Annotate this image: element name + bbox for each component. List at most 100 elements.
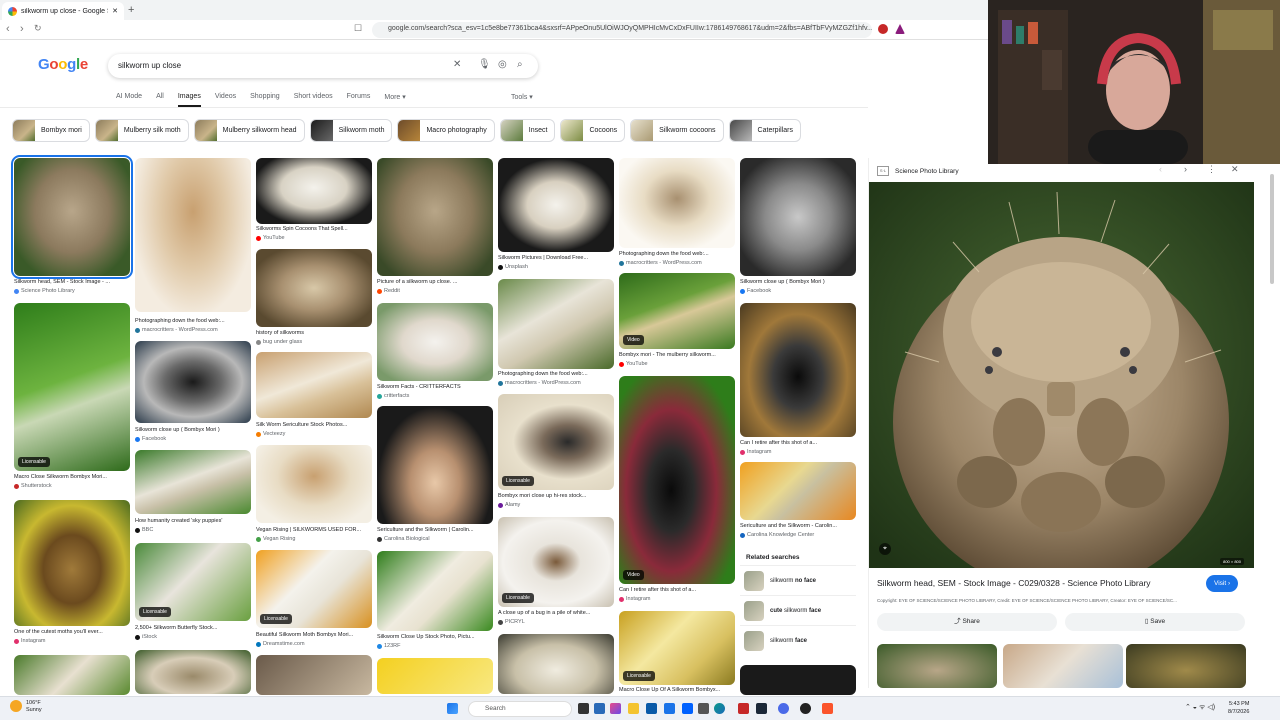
- result-thumbnail[interactable]: [740, 303, 856, 437]
- result-caption[interactable]: Bombyx mori close up hi-res stock...: [498, 493, 614, 499]
- chip[interactable]: Bombyx mori: [12, 119, 90, 142]
- result-thumbnail[interactable]: [256, 249, 372, 327]
- result-thumbnail[interactable]: [11, 155, 133, 279]
- image-result[interactable]: Photographing down the food web:... macr…: [135, 158, 251, 336]
- next-icon[interactable]: ›: [1184, 164, 1187, 174]
- url-field[interactable]: google.com/search?sca_esv=1c5e8be77361bc…: [372, 22, 872, 38]
- image-result[interactable]: Silkworm head, SEM - Stock Image - ... S…: [11, 155, 133, 298]
- chip[interactable]: Caterpillars: [728, 119, 801, 142]
- result-thumbnail[interactable]: [740, 462, 856, 520]
- taskbar-search[interactable]: Search: [468, 701, 572, 717]
- image-result[interactable]: Silkworm Facts - CRITTERFACTS critterfac…: [377, 303, 493, 401]
- previous-icon[interactable]: ‹: [1159, 164, 1162, 174]
- copilot-icon[interactable]: [610, 703, 621, 714]
- chip[interactable]: Cocoons: [560, 119, 626, 142]
- edge-icon[interactable]: [714, 703, 725, 714]
- browser-tab[interactable]: silkworm up close - Google Sear ✕: [2, 2, 124, 20]
- result-caption[interactable]: Silkworm close up ( Bombyx Mori ): [740, 279, 856, 285]
- reload-icon[interactable]: ↻: [34, 23, 42, 34]
- more-options-icon[interactable]: ⋮: [1207, 164, 1216, 175]
- tab-images[interactable]: Images: [177, 93, 201, 107]
- brave-icon[interactable]: [822, 703, 833, 714]
- result-caption[interactable]: Silk Worm Sericulture Stock Photos...: [256, 422, 372, 428]
- panel-source-name[interactable]: Science Photo Library: [895, 168, 959, 175]
- tab-short-videos[interactable]: Short videos: [294, 93, 333, 107]
- tools-button[interactable]: Tools ▾: [511, 93, 533, 101]
- steam-icon[interactable]: [756, 703, 767, 714]
- result-caption[interactable]: Vegan Rising | SILKWORMS USED FOR...: [256, 527, 372, 533]
- app-icon[interactable]: [698, 703, 709, 714]
- image-result[interactable]: [135, 650, 251, 694]
- image-result[interactable]: How humanity created 'sky puppies' BBC: [135, 450, 251, 538]
- image-result[interactable]: Silkworms Spin Cocoons That Spell... You…: [256, 158, 372, 244]
- search-icon[interactable]: ⌕: [517, 59, 523, 70]
- result-thumbnail[interactable]: Licensable: [619, 611, 735, 685]
- brave-shield-icon[interactable]: [878, 24, 888, 34]
- brave-rewards-icon[interactable]: [895, 24, 905, 34]
- file-explorer-icon[interactable]: [628, 703, 639, 714]
- image-result[interactable]: One of the cutest moths you'll ever... I…: [14, 500, 130, 650]
- preview-image[interactable]: [869, 182, 1254, 568]
- widgets-icon[interactable]: [594, 703, 605, 714]
- app-icon[interactable]: [738, 703, 749, 714]
- result-thumbnail[interactable]: [135, 450, 251, 514]
- result-caption[interactable]: Picture of a silkworm up close. ...: [377, 279, 493, 285]
- result-caption[interactable]: Sericulture and the Silkworm | Carolin..…: [377, 527, 493, 533]
- lens-search-icon[interactable]: ⌖: [879, 543, 891, 555]
- image-result[interactable]: Silkworm close up ( Bombyx Mori ) Facebo…: [135, 341, 251, 445]
- tab-more[interactable]: More ▾: [384, 93, 405, 107]
- image-result[interactable]: Licensable Macro Close Up Of A Silkworm …: [619, 611, 735, 694]
- close-icon[interactable]: ✕: [1231, 164, 1239, 175]
- microphone-icon[interactable]: 🎙: [478, 59, 491, 70]
- result-thumbnail[interactable]: [135, 158, 251, 312]
- chip[interactable]: Mulberry silkworm head: [193, 119, 305, 142]
- image-result[interactable]: Sericulture and the Silkworm | Carolin..…: [377, 406, 493, 546]
- result-caption[interactable]: Can I retire after this shot of a...: [619, 587, 735, 593]
- related-item[interactable]: cute silkworm face: [740, 595, 856, 625]
- related-item[interactable]: silkworm no face: [740, 565, 856, 595]
- image-result[interactable]: [740, 665, 856, 695]
- image-result[interactable]: Video Can I retire after this shot of a.…: [619, 376, 735, 606]
- result-thumbnail[interactable]: [619, 158, 735, 248]
- image-result[interactable]: Video Bombyx mori - The mulberry silkwor…: [619, 273, 735, 371]
- image-result[interactable]: [377, 658, 493, 694]
- result-thumbnail[interactable]: Licensable: [256, 550, 372, 628]
- result-caption[interactable]: Silkworm Facts - CRITTERFACTS: [377, 384, 493, 390]
- result-caption[interactable]: Silkworm close up ( Bombyx Mori ): [135, 427, 251, 433]
- tab-videos[interactable]: Videos: [215, 93, 236, 107]
- image-result[interactable]: [498, 634, 614, 694]
- result-thumbnail[interactable]: [256, 445, 372, 523]
- result-thumbnail[interactable]: [377, 406, 493, 524]
- result-thumbnail[interactable]: Licensable: [498, 517, 614, 607]
- result-thumbnail[interactable]: [256, 158, 372, 224]
- result-caption[interactable]: 2,500+ Silkworm Butterfly Stock...: [135, 625, 251, 631]
- related-image[interactable]: [877, 644, 997, 688]
- image-result[interactable]: Licensable Macro Close Silkworm Bombyx M…: [14, 303, 130, 495]
- result-thumbnail[interactable]: [256, 352, 372, 418]
- image-result[interactable]: Silk Worm Sericulture Stock Photos... Ve…: [256, 352, 372, 440]
- obs-icon[interactable]: [800, 703, 811, 714]
- result-caption[interactable]: A close up of a bug in a pile of white..…: [498, 610, 614, 616]
- result-thumbnail[interactable]: [135, 341, 251, 423]
- forward-icon[interactable]: ›: [20, 23, 24, 35]
- mail-icon[interactable]: [664, 703, 675, 714]
- image-result[interactable]: Vegan Rising | SILKWORMS USED FOR... Veg…: [256, 445, 372, 545]
- chip[interactable]: Macro photography: [397, 119, 495, 142]
- result-caption[interactable]: Bombyx mori - The mulberry silkworm...: [619, 352, 735, 358]
- store-icon[interactable]: [646, 703, 657, 714]
- related-image[interactable]: [1003, 644, 1123, 688]
- result-thumbnail[interactable]: [14, 655, 130, 695]
- close-tab-icon[interactable]: ✕: [112, 7, 118, 15]
- result-thumbnail[interactable]: Video: [619, 376, 735, 584]
- tab-all[interactable]: All: [156, 93, 164, 107]
- task-view-icon[interactable]: [578, 703, 589, 714]
- visit-button[interactable]: Visit ›: [1206, 575, 1239, 592]
- image-result[interactable]: Licensable 2,500+ Silkworm Butterfly Sto…: [135, 543, 251, 645]
- result-caption[interactable]: Can I retire after this shot of a...: [740, 440, 856, 446]
- start-icon[interactable]: [447, 703, 458, 714]
- search-input[interactable]: silkworm up close: [118, 61, 181, 70]
- chip[interactable]: Silkworm moth: [309, 119, 393, 142]
- result-thumbnail[interactable]: Licensable: [498, 394, 614, 490]
- result-caption[interactable]: Silkworm Close Up Stock Photo, Pictu...: [377, 634, 493, 640]
- result-caption[interactable]: Photographing down the food web:...: [498, 371, 614, 377]
